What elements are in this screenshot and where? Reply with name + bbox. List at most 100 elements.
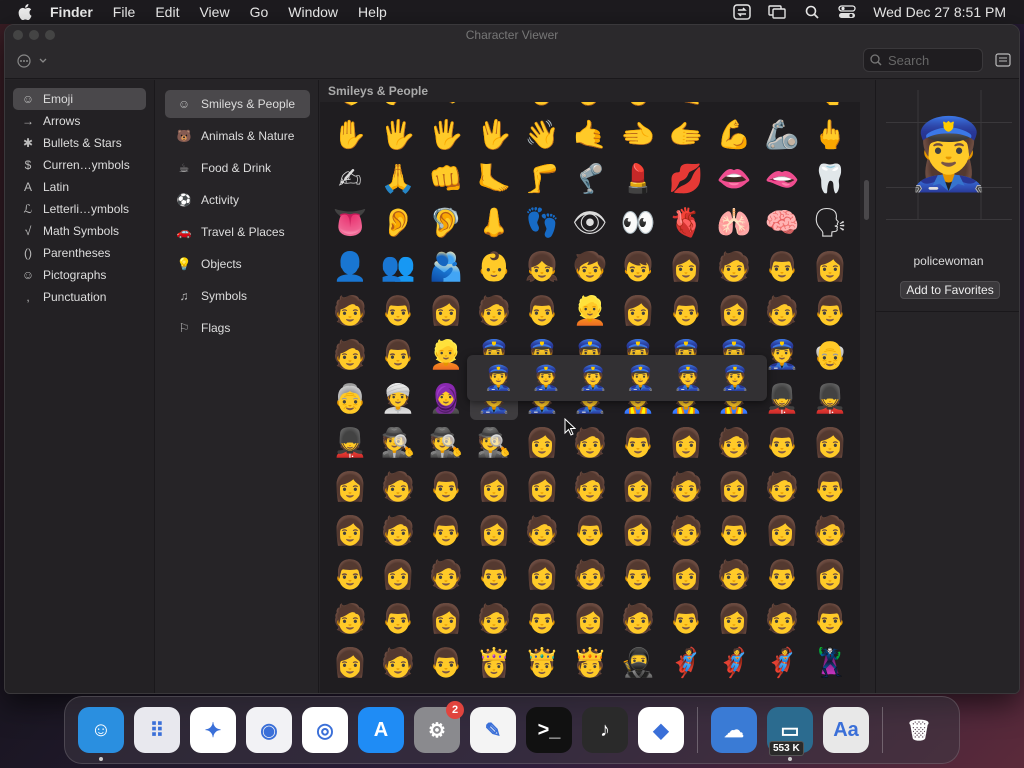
emoji-cell[interactable]: 🖖	[470, 112, 518, 156]
skin-tone-variant[interactable]: 👮	[531, 364, 561, 392]
emoji-cell[interactable]: 👩	[326, 508, 374, 552]
emoji-cell[interactable]: 👨	[758, 552, 806, 596]
sidebar-item-currency-symbols[interactable]: $ Curren…ymbols	[13, 154, 146, 176]
control-center-icon[interactable]	[838, 4, 856, 20]
emoji-cell[interactable]: 👩	[614, 508, 662, 552]
emoji-cell[interactable]: 🧒	[566, 244, 614, 288]
search-input[interactable]	[888, 52, 978, 68]
sidebar-item-bullets-stars[interactable]: ✱ Bullets & Stars	[13, 132, 146, 154]
emoji-cell[interactable]: 🧑	[710, 420, 758, 464]
emoji-cell[interactable]: 🫁	[710, 200, 758, 244]
tab-flags[interactable]: ⚐ Flags	[165, 314, 310, 342]
emoji-cell[interactable]: 👱	[422, 332, 470, 376]
menu-clock[interactable]: Wed Dec 27 8:51 PM	[873, 4, 1006, 20]
emoji-cell[interactable]: 🧑	[374, 640, 422, 684]
emoji-cell[interactable]: 🙏	[374, 156, 422, 200]
emoji-cell[interactable]: 🦶	[470, 156, 518, 200]
emoji-cell[interactable]: 🫀	[662, 200, 710, 244]
emoji-cell[interactable]: 👵	[326, 376, 374, 420]
emoji-cell[interactable]: 👊	[422, 156, 470, 200]
emoji-cell[interactable]: 🖐	[422, 112, 470, 156]
emoji-cell[interactable]: 👩	[470, 464, 518, 508]
dock-launchpad-icon[interactable]: ⠿	[134, 707, 180, 753]
emoji-cell[interactable]: 🦵	[518, 156, 566, 200]
emoji-cell[interactable]: 👨	[422, 464, 470, 508]
emoji-cell[interactable]: 👨	[758, 420, 806, 464]
emoji-cell[interactable]: 👩	[806, 420, 846, 464]
dock-trash-icon[interactable]: 🗑	[896, 707, 942, 753]
menu-app-name[interactable]: Finder	[50, 4, 93, 20]
emoji-cell[interactable]: 👩	[710, 596, 758, 640]
emoji-cell[interactable]: 👨	[566, 508, 614, 552]
dock-finder-icon[interactable]: ☺	[78, 707, 124, 761]
apple-menu-icon[interactable]	[18, 0, 36, 24]
sidebar-item-emoji[interactable]: ☺ Emoji	[13, 88, 146, 110]
skin-tone-variant[interactable]: 👮	[720, 364, 750, 392]
emoji-cell[interactable]: 🧑	[806, 508, 846, 552]
emoji-cell[interactable]: 👀	[614, 200, 662, 244]
emoji-cell[interactable]: 🦷	[806, 156, 846, 200]
emoji-cell[interactable]: 🥷	[614, 640, 662, 684]
tab-travel-places[interactable]: 🚗 Travel & Places	[165, 218, 310, 246]
sidebar-item-punctuation[interactable]: , Punctuation	[13, 286, 146, 308]
skin-tone-variant[interactable]: 👮	[626, 364, 656, 392]
skin-tone-variant[interactable]: 👮	[484, 364, 514, 392]
add-to-favorites-button[interactable]: Add to Favorites	[900, 281, 1000, 299]
emoji-cell[interactable]: 💋	[662, 156, 710, 200]
tab-food-drink[interactable]: ☕ Food & Drink	[165, 154, 310, 182]
menu-view[interactable]: View	[199, 4, 229, 20]
emoji-cell[interactable]: 💪	[710, 112, 758, 156]
emoji-cell[interactable]: 👨	[374, 332, 422, 376]
dock-app-store-icon[interactable]: A	[358, 707, 404, 753]
emoji-cell[interactable]: 👨	[614, 552, 662, 596]
emoji-cell[interactable]: 👨	[422, 640, 470, 684]
emoji-cell[interactable]: 👨	[422, 508, 470, 552]
menu-edit[interactable]: Edit	[155, 4, 179, 20]
emoji-cell[interactable]: 🧑	[326, 332, 374, 376]
emoji-cell[interactable]: 🤴	[518, 640, 566, 684]
emoji-cell[interactable]: 👩	[614, 288, 662, 332]
emoji-cell[interactable]: 👩	[326, 640, 374, 684]
search-field[interactable]	[863, 48, 983, 72]
emoji-cell[interactable]: 👨	[326, 552, 374, 596]
emoji-cell[interactable]: 🦸	[662, 640, 710, 684]
emoji-cell[interactable]: 🧑	[710, 552, 758, 596]
emoji-cell[interactable]: 👧	[518, 244, 566, 288]
emoji-cell[interactable]: 👨	[806, 596, 846, 640]
emoji-cell[interactable]: 👦	[614, 244, 662, 288]
emoji-cell[interactable]: 👩	[758, 508, 806, 552]
emoji-cell[interactable]: 👩	[518, 464, 566, 508]
emoji-cell[interactable]: 🧑	[374, 508, 422, 552]
emoji-cell[interactable]: ✋	[326, 112, 374, 156]
sidebar-item-latin[interactable]: A Latin	[13, 176, 146, 198]
dock-firefox-icon[interactable]: ◉	[246, 707, 292, 753]
emoji-cell[interactable]: 👄	[710, 156, 758, 200]
emoji-cell[interactable]: 👶	[470, 244, 518, 288]
emoji-cell[interactable]: 👩	[614, 464, 662, 508]
tab-activity[interactable]: ⚽ Activity	[165, 186, 310, 214]
emoji-cell[interactable]: 👣	[518, 200, 566, 244]
emoji-cell[interactable]: 👩	[470, 508, 518, 552]
tab-symbols[interactable]: ♫ Symbols	[165, 282, 310, 310]
emoji-cell[interactable]: 💄	[614, 156, 662, 200]
emoji-cell[interactable]: 👩	[422, 288, 470, 332]
emoji-cell[interactable]: 🫦	[758, 156, 806, 200]
emoji-cell[interactable]: 🖕	[806, 112, 846, 156]
emoji-cell[interactable]: 🕵	[422, 420, 470, 464]
emoji-cell[interactable]: 👩	[518, 552, 566, 596]
emoji-cell[interactable]: 👩	[662, 552, 710, 596]
sidebar-item-parentheses[interactable]: () Parentheses	[13, 242, 146, 264]
emoji-cell[interactable]: 🦿	[566, 156, 614, 200]
emoji-cell[interactable]: 👩	[662, 420, 710, 464]
emoji-cell[interactable]: 🧕	[422, 376, 470, 420]
emoji-cell[interactable]: 🦾	[758, 112, 806, 156]
emoji-cell[interactable]: 🧑	[662, 508, 710, 552]
emoji-cell[interactable]: 👳	[374, 376, 422, 420]
emoji-cell[interactable]: 🗣	[806, 200, 846, 244]
sync-icon[interactable]	[733, 4, 751, 20]
toggle-detail-panel-icon[interactable]	[995, 53, 1011, 67]
emoji-cell[interactable]: 🧑	[326, 288, 374, 332]
emoji-cell[interactable]: 👨	[662, 596, 710, 640]
emoji-cell[interactable]: 👨	[662, 288, 710, 332]
grid-scrollbar[interactable]	[864, 180, 869, 220]
